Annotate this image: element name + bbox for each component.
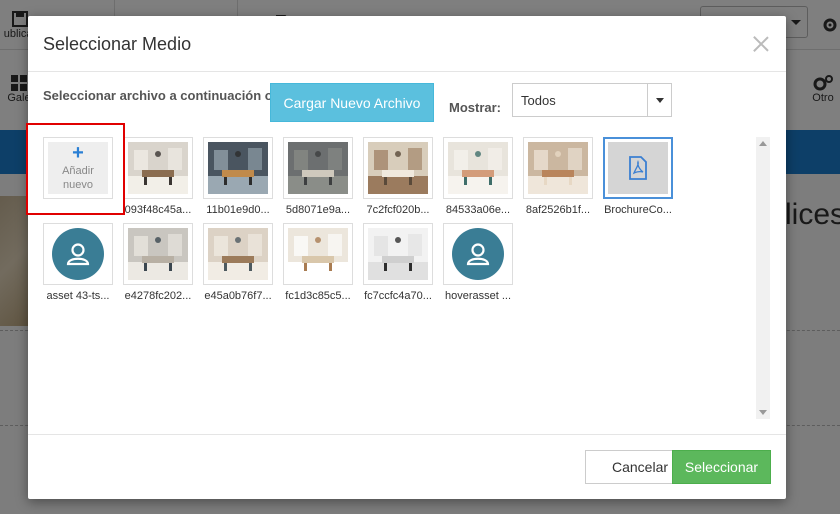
modal-header: Seleccionar Medio <box>28 16 786 72</box>
avatar <box>452 228 504 280</box>
add-new-tile[interactable]: + Añadir nuevo <box>43 137 113 199</box>
media-tile-label: fc7ccfc4a70... <box>364 290 432 302</box>
scroll-up-icon[interactable] <box>759 141 767 146</box>
interior-photo <box>288 228 348 280</box>
media-tile[interactable] <box>603 137 673 199</box>
media-tile[interactable] <box>523 137 593 199</box>
media-tile[interactable] <box>363 223 433 285</box>
photo-thumb <box>208 142 268 194</box>
media-tile[interactable] <box>43 223 113 285</box>
photo-thumb <box>208 228 268 280</box>
modal-title: Seleccionar Medio <box>43 34 192 54</box>
media-tile-label: asset 43-ts... <box>46 290 110 302</box>
pdf-icon <box>629 156 647 180</box>
chevron-down-icon[interactable] <box>647 84 671 116</box>
add-new-label-1: Añadir <box>62 165 94 177</box>
interior-photo <box>528 142 588 194</box>
select-button[interactable]: Seleccionar <box>672 450 771 484</box>
media-tile[interactable] <box>443 137 513 199</box>
photo-thumb <box>448 142 508 194</box>
media-tile-label: 7c2fcf020b... <box>366 204 430 216</box>
media-tile-label: 11b01e9d0... <box>206 204 270 216</box>
media-tile-label: 5d8071e9a... <box>285 204 351 216</box>
plus-icon: + <box>72 142 84 164</box>
interior-photo <box>128 228 188 280</box>
interior-photo <box>128 142 188 194</box>
media-tile[interactable] <box>123 223 193 285</box>
select-media-modal: Seleccionar Medio Seleccionar archivo a … <box>26 16 786 499</box>
instruction-text: Seleccionar archivo a continuación o <box>43 88 273 103</box>
filter-select[interactable]: Todos <box>512 83 672 117</box>
photo-thumb <box>128 142 188 194</box>
photo-thumb <box>528 142 588 194</box>
media-tile[interactable] <box>283 223 353 285</box>
photo-thumb <box>288 228 348 280</box>
media-tile[interactable] <box>283 137 353 199</box>
interior-photo <box>288 142 348 194</box>
photo-thumb <box>288 142 348 194</box>
media-tile-label: 84533a06e... <box>445 204 511 216</box>
interior-photo <box>448 142 508 194</box>
media-grid: + Añadir nuevo 093f48c45a... 11b01e9d0...… <box>39 136 772 420</box>
media-tile[interactable] <box>123 137 193 199</box>
media-tile[interactable] <box>443 223 513 285</box>
media-tile[interactable] <box>203 137 273 199</box>
user-icon <box>66 243 90 266</box>
media-tile-label: e45a0b76f7... <box>204 290 272 302</box>
filter-label: Mostrar: <box>449 100 502 115</box>
media-tile-label: BrochureCo... <box>604 204 672 216</box>
media-tile-label: hoverasset ... <box>444 290 512 302</box>
media-tile-label: 093f48c45a... <box>124 204 192 216</box>
scroll-down-icon[interactable] <box>759 410 767 415</box>
avatar-thumb <box>448 228 508 280</box>
media-tile-label: 8af2526b1f... <box>525 204 591 216</box>
add-new-label-2: nuevo <box>63 179 93 191</box>
avatar-thumb <box>48 228 108 280</box>
photo-thumb <box>368 228 428 280</box>
interior-photo <box>208 228 268 280</box>
interior-photo <box>208 142 268 194</box>
interior-photo <box>368 228 428 280</box>
media-tile-label: fc1d3c85c5... <box>285 290 351 302</box>
add-new-thumb: + Añadir nuevo <box>48 142 108 194</box>
media-grid-scrollbar[interactable] <box>756 137 770 419</box>
photo-thumb <box>368 142 428 194</box>
user-icon <box>466 243 490 266</box>
pdf-thumb <box>608 142 668 194</box>
media-tile[interactable] <box>363 137 433 199</box>
interior-photo <box>368 142 428 194</box>
photo-thumb <box>128 228 188 280</box>
close-icon[interactable] <box>752 35 770 53</box>
media-tile-label: e4278fc202... <box>124 290 192 302</box>
avatar <box>52 228 104 280</box>
upload-new-file-button[interactable]: Cargar Nuevo Archivo <box>270 83 434 122</box>
filter-select-value: Todos <box>521 93 556 108</box>
media-tile[interactable] <box>203 223 273 285</box>
